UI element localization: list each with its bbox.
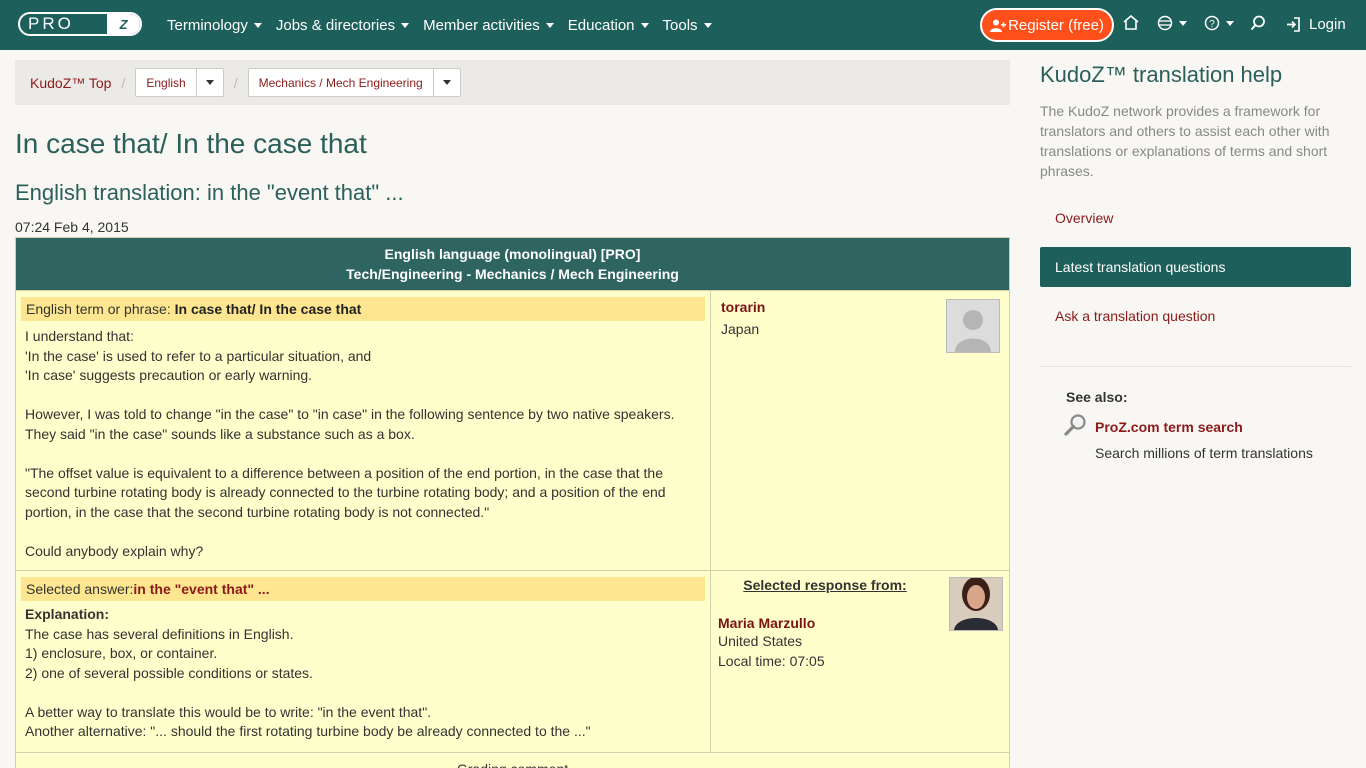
selected-answer-box: Selected answer:in the "event that" ... <box>21 577 705 601</box>
explanation: Explanation: The case has several defini… <box>21 601 705 742</box>
breadcrumb-kudoz-top[interactable]: KudoZ™ Top <box>30 75 111 91</box>
field-dropdown-label[interactable]: Mechanics / Mech Engineering <box>249 69 434 96</box>
term-search-description: Search millions of term translations <box>1095 445 1313 461</box>
breadcrumb-separator: / <box>121 74 126 91</box>
magnifier-icon <box>1064 413 1088 442</box>
sidebar-description: The KudoZ network provides a framework f… <box>1040 103 1330 179</box>
question-body: I understand that: 'In the case' is used… <box>25 328 675 559</box>
menu-label: Education <box>567 16 635 34</box>
menu-terminology[interactable]: Terminology <box>160 17 269 34</box>
question-table: English language (monolingual) [PRO] Tec… <box>15 237 1010 768</box>
menu-education[interactable]: Education <box>561 17 656 34</box>
responder-local-time: Local time: 07:05 <box>718 653 825 669</box>
sidebar-divider <box>1040 366 1351 367</box>
selected-answer-value: in the "event that" ... <box>133 581 270 597</box>
question-cell: English term or phrase: In case that/ In… <box>16 291 711 570</box>
answer-row: Selected answer:in the "event that" ... … <box>16 570 1009 752</box>
search-button[interactable] <box>1250 15 1266 31</box>
add-user-icon <box>990 19 1007 32</box>
asker-cell: torarin Japan <box>711 291 1009 570</box>
register-button[interactable]: Register (free) <box>980 8 1114 42</box>
logo-text: PRO <box>28 14 74 33</box>
language-pair-label: English language (monolingual) [PRO] <box>384 246 641 262</box>
search-icon <box>1250 15 1265 31</box>
question-header: English language (monolingual) [PRO] Tec… <box>16 238 1009 290</box>
caret-down-icon <box>545 22 554 28</box>
menu-label: Tools <box>662 16 698 34</box>
term-label: English term or phrase: <box>26 301 175 317</box>
question-date: 07:24 Feb 4, 2015 <box>15 219 129 235</box>
login-label: Login <box>1309 16 1346 33</box>
responder-avatar[interactable] <box>949 577 1003 631</box>
logo-z: Z <box>107 14 140 34</box>
menu-jobs-directories[interactable]: Jobs & directories <box>269 17 416 34</box>
sidebar-item-latest-questions[interactable]: Latest translation questions <box>1040 247 1351 287</box>
grading-comment: Grading comment <box>16 752 1009 768</box>
page-title: In case that/ In the case that <box>15 128 367 159</box>
svg-text:?: ? <box>1209 19 1215 30</box>
top-navbar: PRO Z Terminology Jobs & directories Mem… <box>0 0 1366 50</box>
language-dropdown-label[interactable]: English <box>136 69 197 96</box>
explanation-label: Explanation: <box>25 606 110 622</box>
term-phrase-box: English term or phrase: In case that/ In… <box>21 297 705 321</box>
caret-down-icon <box>253 22 262 28</box>
menu-label: Member activities <box>423 16 540 34</box>
responder-location: United States <box>718 633 803 649</box>
home-icon <box>1123 15 1139 30</box>
menu-tools[interactable]: Tools <box>656 17 719 34</box>
menu-member-activities[interactable]: Member activities <box>416 17 561 34</box>
field-dropdown-toggle[interactable] <box>434 69 460 96</box>
caret-down-icon <box>640 22 649 28</box>
language-button[interactable] <box>1157 15 1187 31</box>
language-dropdown[interactable]: English <box>135 68 224 97</box>
menu-label: Jobs & directories <box>275 16 396 34</box>
asker-avatar[interactable] <box>946 299 1000 353</box>
help-icon: ? <box>1204 15 1220 31</box>
globe-icon <box>1157 15 1173 31</box>
breadcrumb-separator: / <box>233 74 238 91</box>
caret-down-icon <box>703 22 712 28</box>
caret-down-icon <box>1226 20 1234 26</box>
field-dropdown[interactable]: Mechanics / Mech Engineering <box>247 68 461 97</box>
profile-photo <box>950 578 1002 630</box>
sidebar-title: KudoZ™ translation help <box>1040 62 1283 87</box>
answer-cell: Selected answer:in the "event that" ... … <box>16 571 711 752</box>
field-label: Tech/Engineering - Mechanics / Mech Engi… <box>346 266 679 282</box>
menu-label: Terminology <box>167 16 248 34</box>
translation-subtitle: English translation: in the "event that"… <box>15 180 404 205</box>
default-avatar-icon <box>947 300 999 352</box>
register-label: Register (free) <box>1008 16 1104 34</box>
sidebar-item-overview[interactable]: Overview <box>1040 198 1351 238</box>
help-button[interactable]: ? <box>1204 15 1234 31</box>
login-link[interactable]: Login <box>1286 16 1346 33</box>
selected-answer-label: Selected answer: <box>26 581 134 597</box>
term-search-link[interactable]: ProZ.com term search <box>1095 419 1243 435</box>
explanation-body: The case has several definitions in Engl… <box>25 625 591 740</box>
sidebar-item-ask-question[interactable]: Ask a translation question <box>1040 296 1351 336</box>
proz-logo[interactable]: PRO Z <box>18 12 142 36</box>
term-value: In case that/ In the case that <box>174 301 362 317</box>
question-row: English term or phrase: In case that/ In… <box>16 290 1009 570</box>
see-also-label: See also: <box>1066 389 1128 405</box>
responder-cell: Selected response from: Maria Marzullo U… <box>711 571 1009 752</box>
language-dropdown-toggle[interactable] <box>197 69 223 96</box>
main-menu: Terminology Jobs & directories Member ac… <box>160 0 719 50</box>
caret-down-icon <box>205 80 214 85</box>
caret-down-icon <box>1179 20 1187 26</box>
home-button[interactable] <box>1123 15 1139 30</box>
caret-down-icon <box>442 80 451 85</box>
login-icon <box>1287 17 1300 32</box>
breadcrumb: KudoZ™ Top / English / Mechanics / Mech … <box>15 60 1010 105</box>
caret-down-icon <box>401 22 410 28</box>
